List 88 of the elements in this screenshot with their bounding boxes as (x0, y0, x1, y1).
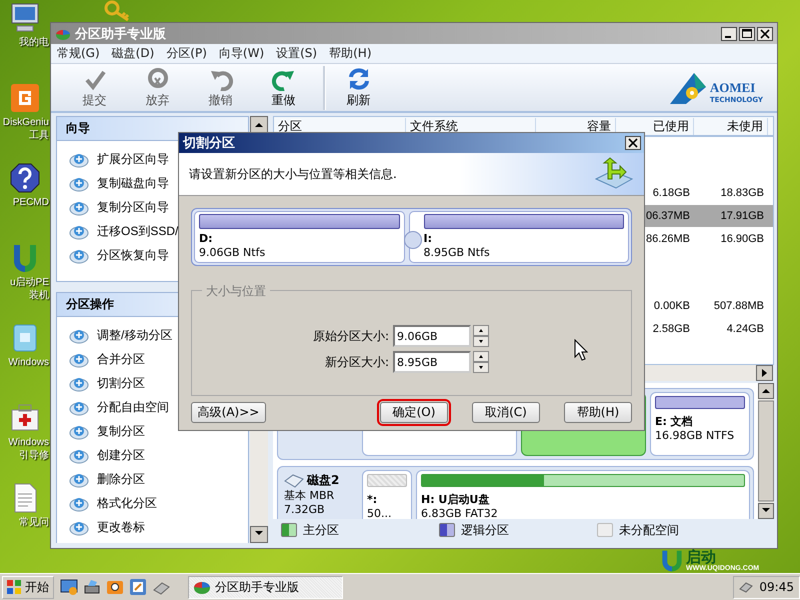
table-cell: 86.26MB (646, 232, 690, 245)
menu-item[interactable]: 磁盘(D) (106, 45, 160, 62)
disk-split-arrow-icon (594, 157, 634, 191)
window-title: 分区助手专业版 (75, 26, 167, 42)
sidebar-item[interactable]: 调整/移动分区 (69, 323, 248, 347)
start-button[interactable]: 开始 (2, 576, 54, 598)
table-cell: 18.83GB (720, 187, 764, 200)
circle-x-icon (146, 66, 170, 90)
partition-block[interactable]: H: U启动U盘 6.83GB FAT32 (416, 470, 750, 519)
taskbar-button[interactable]: 分区助手专业版 (188, 576, 343, 598)
vertical-scrollbar[interactable] (758, 383, 774, 519)
toolbar-button[interactable]: 重做 (252, 66, 315, 110)
table-cell: 507.88MB (714, 300, 764, 312)
legend-label: 主分区 (303, 522, 339, 538)
desktop-icon[interactable] (60, 578, 78, 596)
sidebar-item[interactable]: 切割分区 (69, 371, 248, 395)
computer-icon[interactable] (9, 2, 41, 34)
sidebar-item[interactable]: 创建分区 (69, 443, 248, 467)
disk-size: 7.32GB (284, 503, 326, 517)
minimize-icon[interactable] (721, 26, 737, 40)
windows-logo-icon (7, 580, 21, 594)
input-field[interactable]: 9.06GB (393, 325, 471, 347)
spinner-control[interactable] (473, 351, 489, 373)
table-cell: 0.00KB (654, 300, 690, 312)
sidebar-item[interactable]: 格式化分区 (69, 491, 248, 515)
disk-name: 磁盘2 (307, 472, 340, 489)
partition-detail: 50... (367, 507, 392, 519)
table-cell: 4.24GB (726, 323, 764, 336)
table-cell: 17.91GB (720, 210, 764, 222)
partition-label: H: U启动U盘 (421, 493, 490, 507)
u-shape-icon (660, 550, 684, 572)
partition-detail: 16.98GB NTFS (655, 429, 736, 443)
icon-label[interactable]: 我的电 (19, 36, 49, 49)
dialog-button[interactable]: 取消(C) (472, 402, 540, 423)
window-tool-icon[interactable] (129, 578, 147, 596)
table-cell: 06.37MB (646, 210, 690, 222)
menu-item[interactable]: 分区(P) (160, 45, 213, 62)
refresh-icon (346, 66, 370, 90)
menu-item[interactable]: 常规(G) (51, 45, 106, 62)
partition-detail: 8.95GB Ntfs (424, 246, 491, 260)
table-cell: 16.90GB (720, 232, 764, 245)
dialog-button[interactable]: 高级(A)>> (191, 402, 266, 423)
partition-label: I: (424, 232, 433, 246)
sidebar-item[interactable]: 复制分区向导 (69, 195, 248, 219)
partition-label: E: 文档 (655, 415, 694, 429)
input-field[interactable]: 8.95GB (393, 351, 471, 373)
sidebar-item[interactable]: 更改卷标 (69, 515, 248, 539)
pie-disk-icon (193, 579, 211, 595)
field-label: 原始分区大小: (312, 328, 390, 344)
printer-icon[interactable] (83, 578, 101, 596)
menu-item[interactable]: 设置(S) (270, 45, 324, 62)
partition-detail: 6.83GB FAT32 (421, 507, 499, 519)
legend-swatch (281, 523, 297, 537)
partition-detail: 9.06GB Ntfs (199, 246, 266, 260)
legend-label: 未分配空间 (619, 522, 679, 538)
legend-label: 逻辑分区 (461, 522, 509, 538)
sidebar-item[interactable]: 合并分区 (69, 347, 248, 371)
legend-swatch (597, 523, 613, 537)
folder-search-icon[interactable] (106, 578, 124, 596)
close-icon[interactable] (757, 26, 773, 40)
disk-type: 基本 MBR (284, 489, 336, 503)
app-tile-icon[interactable] (9, 82, 41, 114)
toolbar-button[interactable]: 刷新 (323, 66, 386, 110)
sidebar-item[interactable]: 删除分区 (69, 467, 248, 491)
menu-item[interactable]: 向导(W) (212, 45, 270, 62)
logo-text: 启动 (686, 550, 716, 565)
table-cell: 6.18GB (652, 187, 690, 200)
partition-block[interactable]: *: 50... (362, 470, 412, 519)
partition-block[interactable]: E: 文档 16.98GB NTFS (650, 392, 750, 456)
table-cell: 2.58GB (652, 323, 690, 336)
maximize-icon[interactable] (739, 26, 755, 40)
clock: 09:45 (759, 580, 794, 594)
column-header[interactable]: 未使用 (694, 118, 768, 134)
partition-label: *: (367, 493, 378, 507)
cursor-icon (574, 339, 588, 361)
close-icon[interactable] (625, 136, 641, 150)
partition-label: D: (199, 232, 214, 246)
field-label: 新分区大小: (324, 354, 390, 370)
legend-swatch (439, 523, 455, 537)
group-title: 大小与位置 (202, 283, 270, 300)
dialog-button[interactable]: 帮助(H) (564, 402, 632, 423)
instruction-text: 请设置新分区的大小与位置等相关信息. (189, 166, 397, 182)
logo-text: AOMEI (710, 80, 756, 94)
usage-bar (367, 474, 407, 487)
help-icon[interactable] (9, 162, 41, 194)
dialog-button[interactable]: 确定(O) (380, 402, 448, 423)
spinner-control[interactable] (473, 325, 489, 347)
menu-item[interactable]: 帮助(H) (323, 45, 378, 62)
